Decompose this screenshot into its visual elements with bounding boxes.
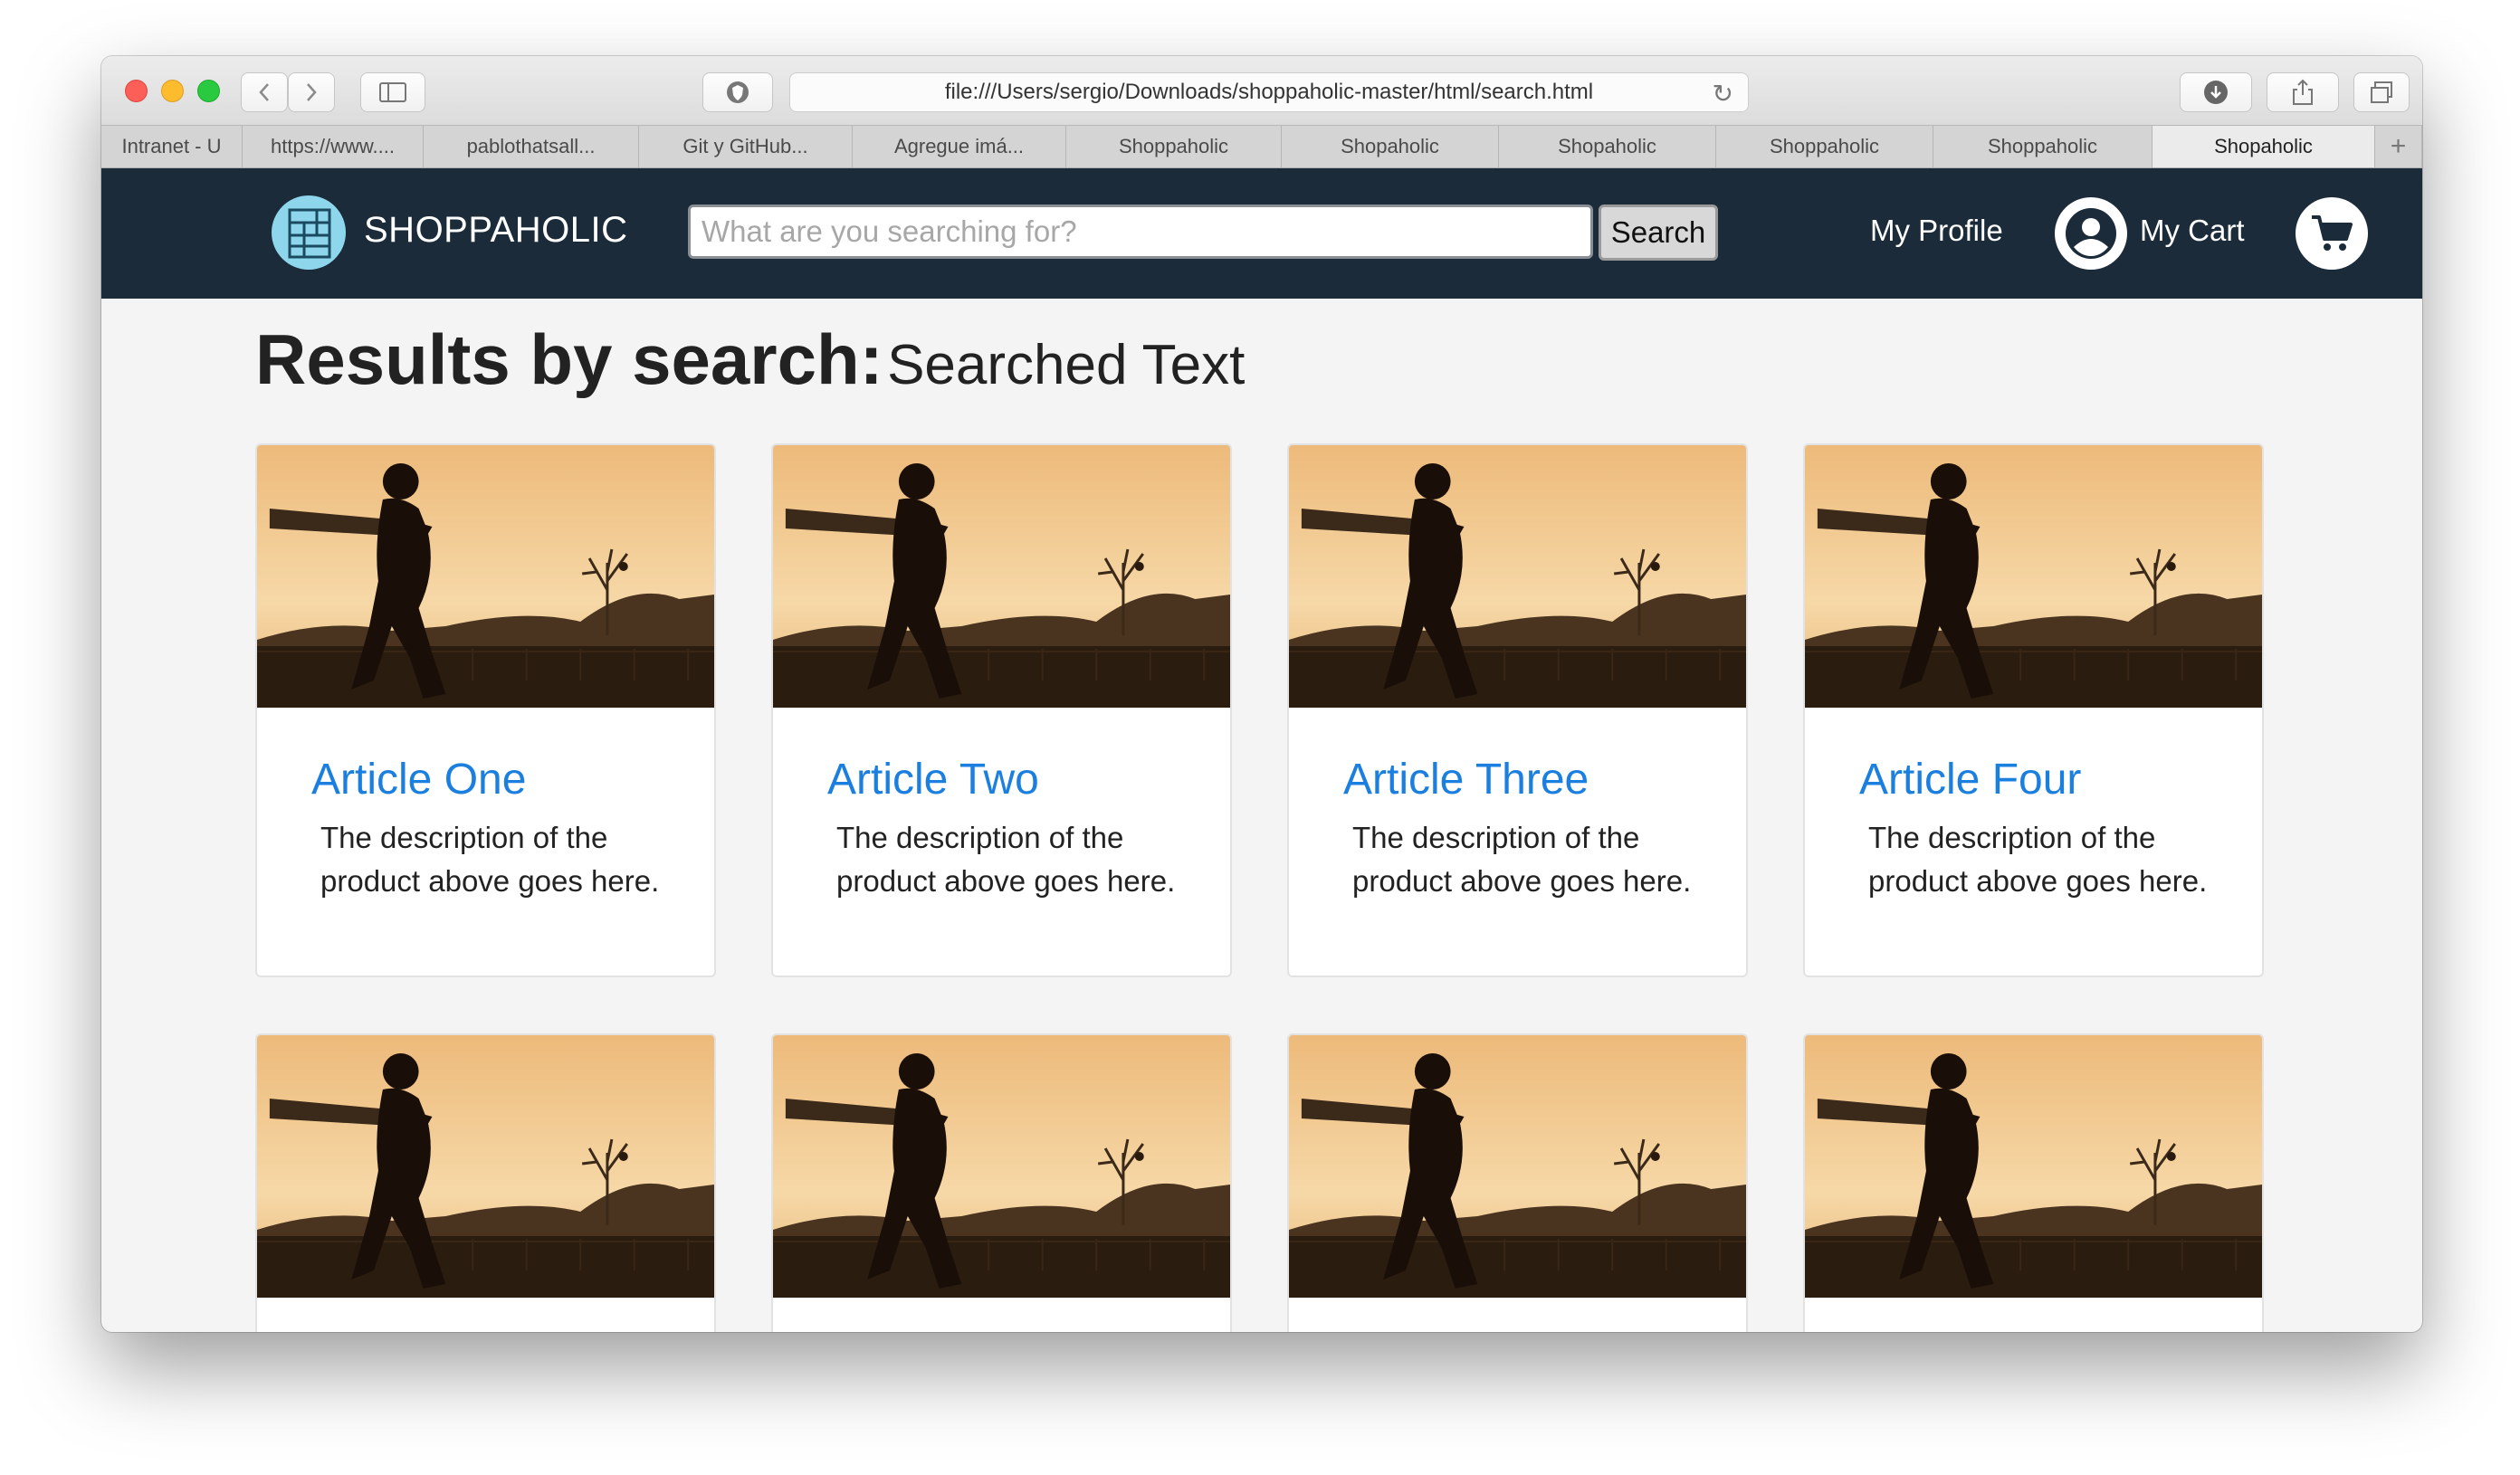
tab-shoppaholic-2[interactable]: Shoppaholic <box>1716 126 1933 167</box>
minimize-window-button[interactable] <box>161 80 184 102</box>
download-icon <box>2204 81 2228 104</box>
tab-https[interactable]: https://www.... <box>243 126 424 167</box>
brand-name[interactable]: SHOPPAHOLIC <box>364 210 628 251</box>
browser-window: file:///Users/sergio/Downloads/shoppahol… <box>101 56 2422 1332</box>
product-image[interactable] <box>1289 445 1746 708</box>
share-icon <box>2293 79 2313 105</box>
tab-shoppaholic-1[interactable]: Shoppaholic <box>1066 126 1282 167</box>
shield-icon <box>727 81 749 103</box>
tab-shopaholic-2[interactable]: Shopaholic <box>1499 126 1716 167</box>
product-card[interactable] <box>771 1033 1232 1332</box>
tabs-icon <box>2371 81 2392 103</box>
logo-icon[interactable] <box>272 195 346 270</box>
search-button[interactable]: Search <box>1599 205 1718 261</box>
cart-icon[interactable] <box>2296 197 2368 270</box>
new-tab-button[interactable]: + <box>2375 126 2422 167</box>
tab-pablothatsall[interactable]: pablothatsall... <box>424 126 639 167</box>
product-description: The description of the product above goe… <box>836 821 1176 898</box>
share-button[interactable] <box>2267 72 2339 112</box>
product-description: The description of the product above goe… <box>320 821 660 898</box>
reload-icon[interactable]: ↻ <box>1713 79 1733 109</box>
results-heading-prefix: Results by search: <box>255 319 883 399</box>
product-image[interactable] <box>1289 1035 1746 1298</box>
downloads-button[interactable] <box>2180 72 2252 112</box>
tab-shopaholic-1[interactable]: Shopaholic <box>1282 126 1499 167</box>
product-image[interactable] <box>257 445 714 708</box>
forward-button[interactable] <box>288 72 335 112</box>
product-title-link[interactable]: Article One <box>311 755 526 804</box>
product-image[interactable] <box>257 1035 714 1298</box>
chevron-left-icon <box>259 83 269 101</box>
results-heading: Results by search: Searched Text <box>255 319 1245 401</box>
tab-overview-button[interactable] <box>2353 72 2410 112</box>
product-title-link[interactable]: Article Three <box>1343 755 1589 804</box>
tab-git-github[interactable]: Git y GitHub... <box>639 126 853 167</box>
product-description: The description of the product above goe… <box>1352 821 1692 898</box>
zoom-window-button[interactable] <box>197 80 220 102</box>
tab-shopaholic-active[interactable]: Shopaholic <box>2152 126 2375 167</box>
product-card[interactable] <box>1803 1033 2264 1332</box>
product-card[interactable] <box>255 1033 716 1332</box>
back-button[interactable] <box>241 72 288 112</box>
product-image[interactable] <box>773 445 1230 708</box>
chevron-right-icon <box>307 83 317 101</box>
product-card[interactable]: Article Four The description of the prod… <box>1803 443 2264 977</box>
tab-bar: Intranet - U https://www.... pablothatsa… <box>101 125 2422 168</box>
profile-icon[interactable] <box>2055 197 2127 270</box>
product-title-link[interactable]: Article Two <box>827 755 1039 804</box>
tab-intranet[interactable]: Intranet - U <box>101 126 243 167</box>
tab-shoppaholic-3[interactable]: Shoppaholic <box>1933 126 2152 167</box>
my-profile-link[interactable]: My Profile <box>1870 214 2003 248</box>
sidebar-icon <box>379 82 406 102</box>
product-card[interactable] <box>1287 1033 1748 1332</box>
product-card[interactable]: Article Three The description of the pro… <box>1287 443 1748 977</box>
product-image[interactable] <box>1805 445 2262 708</box>
tab-agregue[interactable]: Agregue imá... <box>853 126 1066 167</box>
product-image[interactable] <box>1805 1035 2262 1298</box>
browser-toolbar: file:///Users/sergio/Downloads/shoppahol… <box>101 56 2422 125</box>
site-navbar: SHOPPAHOLIC Search My Profile My Cart <box>101 168 2422 299</box>
product-title-link[interactable]: Article Four <box>1859 755 2081 804</box>
product-card[interactable]: Article One The description of the produ… <box>255 443 716 977</box>
results-query: Searched Text <box>887 334 1246 396</box>
product-image[interactable] <box>773 1035 1230 1298</box>
address-bar[interactable]: file:///Users/sergio/Downloads/shoppahol… <box>789 72 1749 112</box>
product-card[interactable]: Article Two The description of the produ… <box>771 443 1232 977</box>
my-cart-link[interactable]: My Cart <box>2140 214 2245 248</box>
close-window-button[interactable] <box>125 80 148 102</box>
address-text: file:///Users/sergio/Downloads/shoppahol… <box>944 80 1594 104</box>
search-input[interactable] <box>688 205 1593 259</box>
privacy-button[interactable] <box>702 72 773 112</box>
product-description: The description of the product above goe… <box>1868 821 2208 898</box>
sidebar-toggle-button[interactable] <box>360 72 425 112</box>
